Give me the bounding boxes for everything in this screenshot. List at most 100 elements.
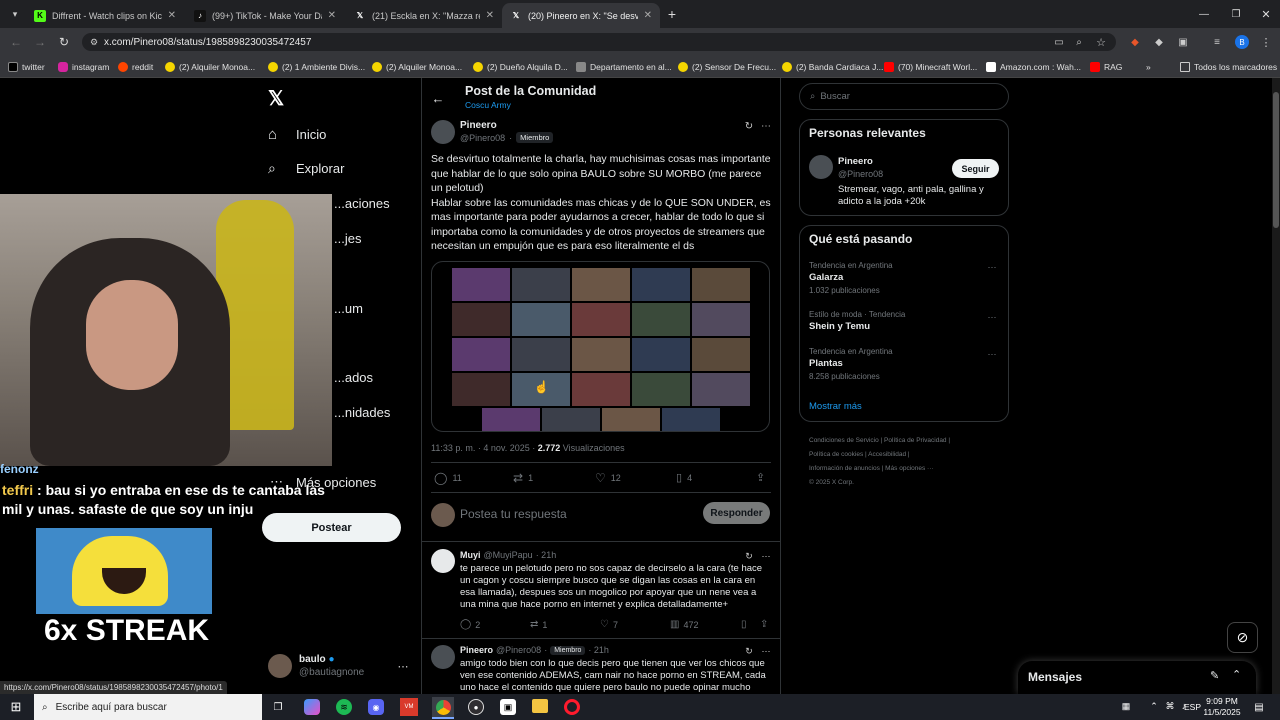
reply-input[interactable]: Postea tu respuesta xyxy=(460,507,690,521)
reply-share-icon[interactable]: ⇪ xyxy=(760,619,768,630)
follow-button[interactable]: Seguir xyxy=(952,159,999,178)
close-window-button[interactable]: ✕ xyxy=(1258,6,1274,22)
account-avatar[interactable] xyxy=(268,654,292,678)
address-bar[interactable]: x.com/Pinero08/status/198589823003547245… xyxy=(82,33,1116,51)
new-tab-button[interactable]: + xyxy=(664,6,680,22)
new-message-icon[interactable]: ✎ xyxy=(1210,669,1219,682)
bookmark-item[interactable]: (2) Dueño Alquila D... xyxy=(473,59,568,75)
reply-repost-button[interactable]: ⇄ 1 xyxy=(530,619,547,630)
language-indicator[interactable]: ESP xyxy=(1184,702,1201,712)
forward-icon[interactable]: → xyxy=(32,34,48,50)
post-image[interactable]: ☝ xyxy=(431,261,770,432)
restore-button[interactable]: ❐ xyxy=(1228,6,1244,22)
extension-icon[interactable]: ◆ xyxy=(1152,35,1166,49)
bookmark-item[interactable]: (2) Alquiler Monoa... xyxy=(372,59,462,75)
repost-button[interactable]: ⇄ 1 xyxy=(513,471,533,485)
clock[interactable]: 9:09 PM 11/5/2025 xyxy=(1200,696,1244,718)
tab-x-esckla[interactable]: 𝕏(21) Esckla en X: "Mazza realmente✕ xyxy=(346,3,502,28)
minimize-button[interactable]: — xyxy=(1196,6,1212,22)
share-icon[interactable]: ⇪ xyxy=(756,471,765,484)
taskbar-search[interactable]: ⌕ Escribe aquí para buscar xyxy=(34,694,262,720)
zoom-icon[interactable]: ⌕ xyxy=(1072,35,1086,49)
chrome-icon[interactable] xyxy=(432,697,454,719)
tray-chevron-icon[interactable]: ⌃ xyxy=(1148,700,1160,712)
bookmark-item[interactable]: reddit xyxy=(118,59,153,75)
reply-reply-button[interactable]: ◯ 2 xyxy=(460,619,480,630)
copilot-icon[interactable] xyxy=(304,699,320,715)
search-input[interactable]: ⌕ Buscar xyxy=(799,83,1009,110)
reply-button[interactable]: ◯ 11 xyxy=(434,471,462,485)
notifications-icon[interactable]: ▤ xyxy=(1252,700,1266,714)
nav-notifications[interactable]: ...aciones xyxy=(334,193,390,213)
voicemod-icon[interactable]: VM xyxy=(400,698,418,716)
bookmark-item[interactable]: (2) Banda Cardiaca J... xyxy=(782,59,883,75)
nav-explore[interactable]: ⌕ Explorar xyxy=(268,158,344,178)
tab-tiktok[interactable]: ♪ (99+) TikTok - Make Your Day ✕ xyxy=(186,3,344,28)
page-scrollbar[interactable] xyxy=(1272,78,1280,694)
x-logo-icon[interactable]: 𝕏 xyxy=(264,86,288,110)
close-icon[interactable]: ✕ xyxy=(328,10,336,21)
trend-more-icon[interactable]: ⋯ xyxy=(986,349,998,359)
show-more-link[interactable]: Mostrar más xyxy=(809,401,862,412)
messages-drawer[interactable]: Mensajes ✎ ⌃ xyxy=(1018,661,1256,694)
trend-more-icon[interactable]: ⋯ xyxy=(986,262,998,272)
nav-home[interactable]: ⌂ Inicio xyxy=(268,124,326,144)
trend-item[interactable]: Estilo de moda · Tendencia Shein y Temu xyxy=(809,310,999,332)
reply-like-button[interactable]: ♡ 7 xyxy=(600,619,618,630)
discord-icon[interactable]: ◉ xyxy=(368,699,384,715)
post-more-icon[interactable]: ⋯ xyxy=(759,120,773,132)
reply-more-icon[interactable]: ⋯ xyxy=(759,645,773,657)
bookmark-item[interactable]: (70) Minecraft Worl... xyxy=(884,59,977,75)
grok-icon[interactable]: ↻ xyxy=(742,550,756,562)
account-more-icon[interactable]: ⋯ xyxy=(396,660,410,673)
windows-start-icon[interactable]: ⊞ xyxy=(8,699,24,715)
bookmark-item[interactable]: Amazon.com : Wah... xyxy=(986,59,1081,75)
grok-icon[interactable]: ↻ xyxy=(742,120,756,132)
author-name[interactable]: Pineero xyxy=(460,120,497,131)
back-arrow-icon[interactable]: ← xyxy=(430,90,446,106)
scrollbar-thumb[interactable] xyxy=(1273,92,1279,228)
install-icon[interactable]: ▭ xyxy=(1052,35,1066,49)
profile-avatar[interactable]: B xyxy=(1235,35,1249,49)
puzzle-icon[interactable]: ▣ xyxy=(1176,35,1190,49)
all-bookmarks[interactable]: Todos los marcadores xyxy=(1180,59,1277,75)
tab-search-icon[interactable]: ▾ xyxy=(8,7,22,21)
obs-icon[interactable]: ● xyxy=(468,699,484,715)
bookmark-item[interactable]: RAG xyxy=(1090,59,1122,75)
bookmark-item[interactable]: (2) 1 Ambiente Divis... xyxy=(268,59,365,75)
trend-more-icon[interactable]: ⋯ xyxy=(986,312,998,322)
grok-floating-button[interactable]: ⊘ xyxy=(1227,622,1258,653)
grok-icon[interactable]: ↻ xyxy=(742,645,756,657)
bookmark-button[interactable]: ▯ 4 xyxy=(676,471,692,484)
reply-bookmark-icon[interactable]: ▯ xyxy=(741,619,747,630)
tab-kick[interactable]: K Diffrent - Watch clips on Kick ✕ xyxy=(26,3,184,28)
extension-icon[interactable]: ◆ xyxy=(1128,35,1142,49)
spotify-icon[interactable]: ≋ xyxy=(336,699,352,715)
nav-premium[interactable]: ...um xyxy=(334,298,363,318)
app-icon[interactable]: ▣ xyxy=(500,699,516,715)
file-explorer-icon[interactable] xyxy=(532,699,548,713)
keyboard-icon[interactable]: ▦ xyxy=(1118,700,1134,712)
reply-author-avatar[interactable] xyxy=(431,645,455,669)
task-view-icon[interactable]: ❐ xyxy=(270,700,286,714)
menu-icon[interactable]: ⋮ xyxy=(1260,35,1272,49)
opera-icon[interactable] xyxy=(564,699,580,715)
relevant-avatar[interactable] xyxy=(809,155,833,179)
community-link[interactable]: Coscu Army xyxy=(465,100,511,110)
bookmark-item[interactable]: (2) Sensor De Frecu... xyxy=(678,59,776,75)
relevant-name[interactable]: Pineero xyxy=(838,156,873,167)
star-icon[interactable]: ☆ xyxy=(1094,35,1108,49)
trend-item[interactable]: Tendencia en Argentina Galarza 1.032 pub… xyxy=(809,261,999,295)
close-icon[interactable]: ✕ xyxy=(486,10,494,21)
expand-icon[interactable]: ⌃ xyxy=(1232,668,1241,681)
bookmark-item[interactable]: twitter xyxy=(8,59,45,75)
media-icon[interactable]: ≡ xyxy=(1210,35,1224,49)
bookmark-item[interactable]: (2) Alquiler Monoa... xyxy=(165,59,255,75)
reply-submit-button[interactable]: Responder xyxy=(703,502,770,524)
nav-bookmarks[interactable]: ...ados xyxy=(334,367,373,387)
nav-messages[interactable]: ...jes xyxy=(334,228,361,248)
back-icon[interactable]: ← xyxy=(8,34,24,50)
like-button[interactable]: ♡ 12 xyxy=(595,471,621,485)
site-info-icon[interactable]: ⚙ xyxy=(88,36,100,48)
author-avatar[interactable] xyxy=(431,120,455,144)
